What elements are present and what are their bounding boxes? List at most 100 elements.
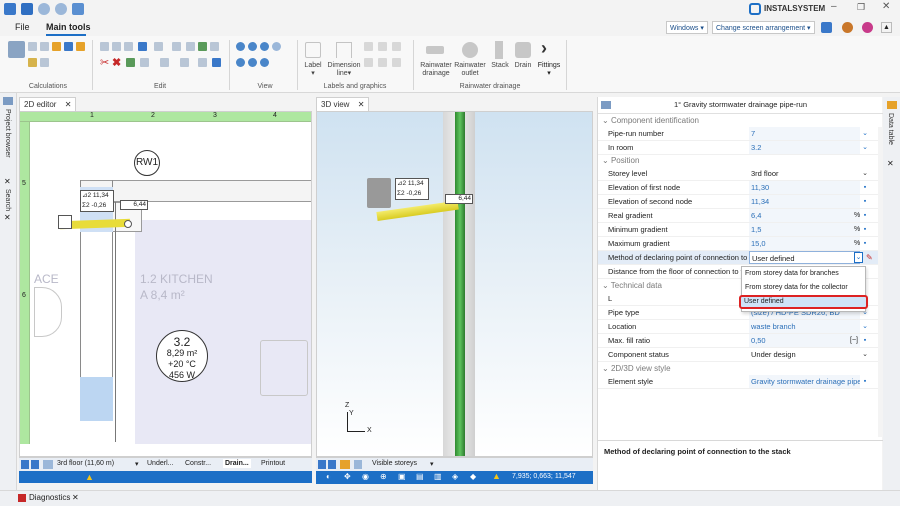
close-icon[interactable]: ✕ <box>4 213 11 222</box>
min-gradient-value[interactable]: 1,5 <box>749 223 860 236</box>
max-fill-value[interactable]: 0,50 <box>749 334 860 347</box>
view-top-icon[interactable]: ▤ <box>416 472 424 481</box>
scale-icon[interactable] <box>180 58 189 67</box>
redo-icon[interactable] <box>55 3 67 15</box>
group-icon[interactable] <box>186 42 195 51</box>
orbit-icon[interactable]: ◐ <box>326 472 331 481</box>
tab-construction[interactable]: Constr... <box>185 460 211 467</box>
restore-icon[interactable]: ❐ <box>857 2 865 13</box>
table-icon[interactable] <box>28 58 37 67</box>
elev-first-value[interactable]: 11,30 <box>749 181 860 194</box>
location-value[interactable]: waste branch <box>749 320 860 333</box>
zoom-out-icon[interactable] <box>248 42 257 51</box>
chevron-down-icon[interactable]: ⌄ <box>860 141 870 155</box>
zoom-in-icon[interactable] <box>236 42 245 51</box>
windows-button[interactable]: Windows ▾ <box>666 21 708 34</box>
data-table-tab[interactable]: Data table <box>887 113 894 145</box>
warning-icon[interactable]: ▲ <box>492 471 501 481</box>
hand-icon[interactable] <box>76 42 85 51</box>
view-3d-canvas[interactable]: ⊿2 11,34 Σ2 -0,26 6,44 Z Y X <box>316 111 593 457</box>
dimension-line-button[interactable]: Dimension line▾ <box>326 62 362 78</box>
fittings-icon[interactable]: › <box>541 38 547 59</box>
zoom-previous-icon[interactable] <box>236 58 245 67</box>
close-icon[interactable]: ✕ <box>4 177 11 186</box>
view-iso-icon[interactable]: ◈ <box>452 472 458 481</box>
elev-second-value[interactable]: 11,34 <box>749 195 860 208</box>
help-icon[interactable] <box>862 22 873 33</box>
view-side-icon[interactable]: ▥ <box>434 472 442 481</box>
method-select[interactable]: User defined <box>749 251 860 264</box>
stack-icon[interactable] <box>495 41 503 59</box>
copy-icon[interactable] <box>100 42 109 51</box>
menu-file[interactable]: File <box>15 22 30 32</box>
tab-printout[interactable]: Printout <box>261 460 285 467</box>
chevron-down-icon[interactable]: ⌄ <box>860 127 870 141</box>
storey-level-value[interactable]: 3rd floor <box>749 167 860 180</box>
view-front-icon[interactable]: ▣ <box>398 472 406 481</box>
rainwater-outlet-3d[interactable] <box>367 178 391 208</box>
rainwater-drainage-button[interactable]: Rainwater drainage <box>418 62 454 78</box>
edit-icon[interactable]: ▪ <box>860 181 870 195</box>
collapse-ribbon-icon[interactable]: ▲ <box>881 22 892 33</box>
stack-button[interactable]: Stack <box>488 62 512 70</box>
storey-select[interactable]: 3rd floor (11,60 m) <box>57 460 114 467</box>
pan-icon[interactable]: ✥ <box>344 472 351 481</box>
tab-drainage[interactable]: Drain... <box>223 459 251 468</box>
warning-icon[interactable] <box>52 42 61 51</box>
storey-down-icon[interactable] <box>31 460 39 469</box>
status-value[interactable]: Under design <box>749 348 860 361</box>
chevron-down-icon[interactable]: ▾ <box>135 460 139 468</box>
calc-tool-icon[interactable] <box>40 42 49 51</box>
connection-node[interactable] <box>124 220 132 228</box>
fittings-button[interactable]: Fittings ▾ <box>534 62 564 78</box>
chevron-down-icon[interactable]: ⌄ <box>860 348 870 362</box>
move-icon[interactable] <box>126 58 135 67</box>
mirror-icon[interactable] <box>160 58 169 67</box>
section-component[interactable]: ⌄ Component identification <box>598 115 883 127</box>
eye-icon[interactable]: ◉ <box>362 472 369 481</box>
visible-storeys-select[interactable]: Visible storeys <box>372 460 417 467</box>
edit-icon[interactable]: ▪ <box>860 237 870 251</box>
menu-main-tools[interactable]: Main tools <box>46 22 91 32</box>
storey-down-icon[interactable] <box>328 460 336 469</box>
layers-icon[interactable] <box>354 460 362 469</box>
real-gradient-value[interactable]: 6,4 <box>749 209 860 222</box>
offset-icon[interactable] <box>198 58 207 67</box>
rainwater-drainage-icon[interactable] <box>426 46 444 54</box>
undo-icon[interactable] <box>38 3 50 15</box>
close-icon[interactable]: ✕ <box>72 493 79 502</box>
tab-2d-editor[interactable]: 2D editor ✕ <box>19 97 77 111</box>
zoom-icon[interactable]: ⊕ <box>380 472 387 481</box>
layout-icon[interactable] <box>821 22 832 33</box>
arrow-icon[interactable] <box>378 42 387 51</box>
search-tab[interactable]: Search <box>4 189 11 211</box>
label-icon[interactable] <box>305 42 321 58</box>
clone-icon[interactable] <box>124 42 133 51</box>
dimension-line-icon[interactable] <box>336 42 352 58</box>
tab-underlay[interactable]: Underl... <box>147 460 173 467</box>
table-icon[interactable] <box>887 101 897 109</box>
pan-icon[interactable] <box>260 58 269 67</box>
table-graphic-icon[interactable] <box>392 42 401 51</box>
dropdown-option-selected[interactable]: User defined <box>739 295 868 309</box>
render-icon[interactable]: ◆ <box>470 472 476 481</box>
line-icon[interactable] <box>364 58 373 67</box>
screen-arrangement-button[interactable]: Change screen arrangement ▾ <box>712 21 815 34</box>
pointer-icon[interactable] <box>172 42 181 51</box>
editor-2d-canvas[interactable]: 1 2 3 4 5 6 RW1 ⊿2 11,34 Σ2 -0,26 6,44 1… <box>19 111 312 457</box>
section-position[interactable]: ⌄ Position <box>598 155 883 167</box>
dropdown-option[interactable]: From storey data for the collector <box>742 281 865 295</box>
results-icon[interactable] <box>64 42 73 51</box>
chevron-down-icon[interactable]: ▾ <box>430 460 434 468</box>
arrange-icon[interactable] <box>198 42 207 51</box>
drain-button[interactable]: Drain <box>511 62 535 70</box>
rainwater-outlet-icon[interactable] <box>462 42 478 58</box>
calculation-icon[interactable] <box>8 41 25 58</box>
database-icon[interactable] <box>842 22 853 33</box>
zoom-all-icon[interactable] <box>260 42 269 51</box>
paste-icon[interactable] <box>112 42 121 51</box>
rainwater-outlet-symbol[interactable] <box>58 215 72 229</box>
rotate-icon[interactable] <box>140 58 149 67</box>
chevron-down-icon[interactable]: ⌄ <box>860 320 870 334</box>
pipe-run-number-value[interactable]: 7 <box>749 127 860 140</box>
